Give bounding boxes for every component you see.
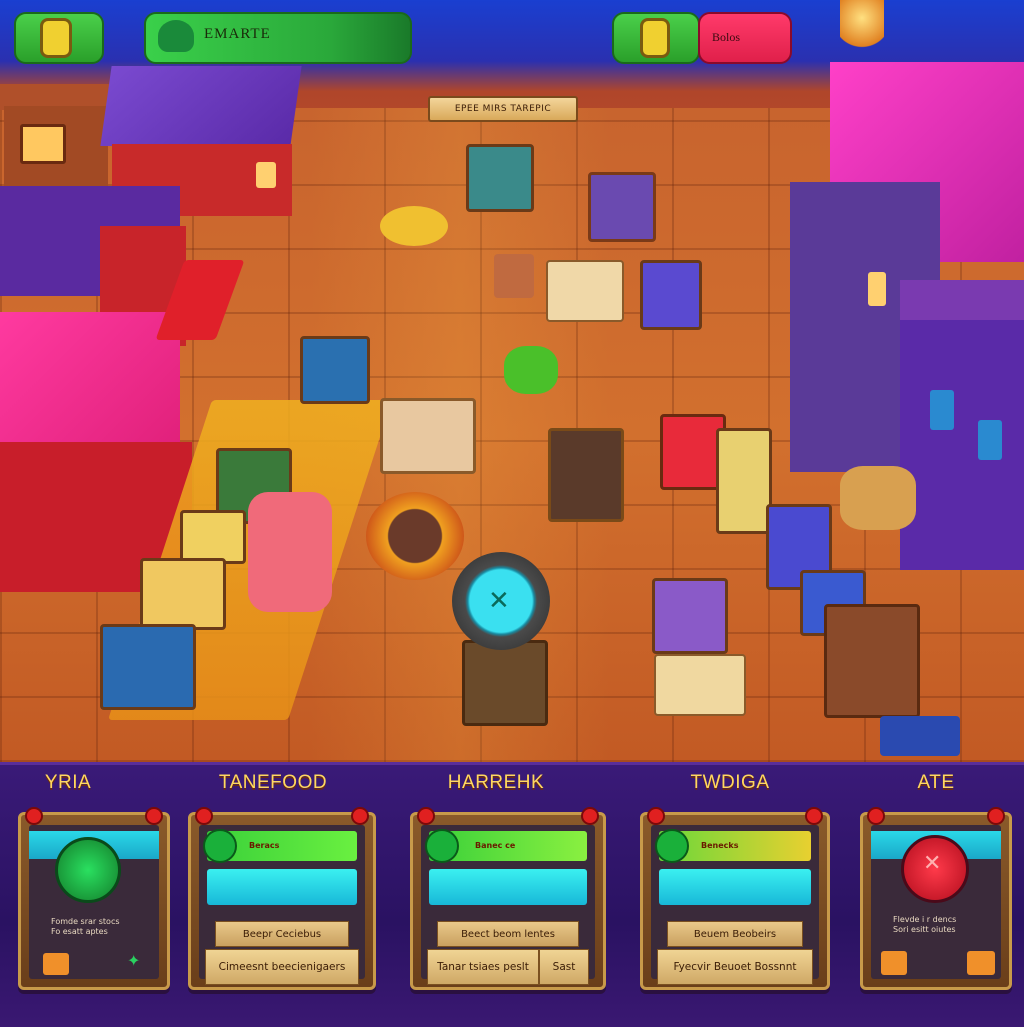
cyan-bar [429, 869, 587, 905]
table-blue[interactable] [640, 260, 702, 330]
card4-badge: Benecks [701, 841, 739, 850]
portrait-card[interactable] [380, 398, 476, 474]
bush [504, 346, 558, 394]
card3-label-2b[interactable]: Sast [539, 949, 589, 985]
card-ate[interactable]: ✕ Flevde i r dencs Sori esitt oiutes [860, 807, 1012, 990]
stud [805, 807, 823, 825]
card-inner: Benecks Beuem Beobeirs Fyecvir Beuoet Bo… [651, 825, 819, 985]
card-small-left[interactable] [180, 510, 246, 564]
card3-badge: Banec ce [475, 841, 516, 850]
card-yria[interactable]: Fomde srar stocs Fo esatt aptes ✦ [18, 807, 170, 990]
hud-title-label: EMARTE [204, 26, 271, 42]
blue-sack [880, 716, 960, 756]
stall-purple-mid[interactable] [652, 578, 728, 654]
market-stall-yellow[interactable] [716, 428, 772, 534]
card-inner: Beracs Beepr Ceciebus Cimeesnt beecienig… [199, 825, 365, 985]
green-gem-icon [425, 829, 459, 863]
card5-text-1: Flevde i r dencs [893, 915, 957, 924]
stud [581, 807, 599, 825]
star-icon: ✦ [127, 951, 141, 970]
cyan-bar [207, 869, 357, 905]
green-orb-button[interactable] [55, 837, 121, 903]
card3-label-1: Beect beom lentes [437, 921, 579, 947]
map-card[interactable] [546, 260, 624, 322]
card4-label-2[interactable]: Fyecvir Beuoet Bossnnt [657, 949, 813, 985]
orange-slot-icon[interactable] [43, 953, 69, 975]
crate-right[interactable] [824, 604, 920, 718]
card2-label-2[interactable]: Cimeesnt beecienigaers [205, 949, 359, 985]
green-gem-icon [655, 829, 689, 863]
cyan-bar [659, 869, 811, 905]
card-twdiga[interactable]: Benecks Beuem Beobeirs Fyecvir Beuoet Bo… [640, 807, 830, 990]
card-inner: Fomde srar stocs Fo esatt aptes ✦ [29, 825, 159, 979]
card-mid-left[interactable] [140, 558, 226, 630]
compass-medallion[interactable] [366, 492, 464, 580]
house-right-purple[interactable] [900, 280, 1024, 570]
stud [647, 807, 665, 825]
stud [417, 807, 435, 825]
column-title-5: ATE [917, 772, 955, 793]
rock [494, 254, 534, 298]
coin-icon [40, 18, 72, 58]
hay-bale [840, 466, 916, 530]
card3-label-2[interactable]: Tanar tsiaes peslt [427, 949, 539, 985]
card-harrehk[interactable]: Banec ce Beect beom lentes Tanar tsiaes … [410, 807, 606, 990]
column-title-1: YRIA [44, 772, 92, 793]
pedestal[interactable] [462, 640, 548, 726]
crate-purple[interactable] [588, 172, 656, 242]
stud [867, 807, 885, 825]
chest-teal[interactable] [300, 336, 370, 404]
green-gem-icon [203, 829, 237, 863]
column-title-2: TANEFOOD [218, 772, 328, 793]
gold-emblem[interactable] [380, 206, 448, 246]
card2-badge: Beracs [249, 841, 280, 850]
crate-center[interactable] [548, 428, 624, 522]
orange-slot-icon-2[interactable] [967, 951, 995, 975]
crossed-tools-icon: ✕ [488, 586, 510, 616]
card1-text-2: Fo esatt aptes [51, 927, 108, 936]
stud [195, 807, 213, 825]
pink-cushion [248, 492, 332, 612]
card-inner: ✕ Flevde i r dencs Sori esitt oiutes [871, 825, 1001, 979]
hud-title-icon [158, 20, 194, 52]
stud [987, 807, 1005, 825]
card-tanefood[interactable]: Beracs Beepr Ceciebus Cimeesnt beecienig… [188, 807, 376, 990]
stud [25, 807, 43, 825]
orange-slot-icon[interactable] [881, 951, 907, 975]
coin-icon-right [640, 18, 670, 58]
stud [351, 807, 369, 825]
cross-icon: ✕ [923, 851, 942, 876]
lamp-icon [840, 0, 884, 60]
card1-text-1: Fomde srar stocs [51, 917, 120, 926]
stud [145, 807, 163, 825]
card2-label-1: Beepr Ceciebus [215, 921, 349, 947]
card-bottom-left[interactable] [100, 624, 196, 710]
game-scene: EPEE MIRS TAREPIC ✕ [0, 0, 1024, 762]
map-banner: EPEE MIRS TAREPIC [428, 96, 578, 122]
column-title-4: TWDIGA [690, 772, 770, 793]
card-inner: Banec ce Beect beom lentes Tanar tsiaes … [421, 825, 595, 985]
board-top[interactable] [466, 144, 534, 212]
card-parchment[interactable] [654, 654, 746, 716]
column-title-3: HARREHK [447, 772, 545, 793]
card5-text-2: Sori esitt oiutes [893, 925, 956, 934]
hud-right-red-label: Bolos [712, 30, 741, 44]
card4-label-1: Beuem Beobeirs [667, 921, 803, 947]
